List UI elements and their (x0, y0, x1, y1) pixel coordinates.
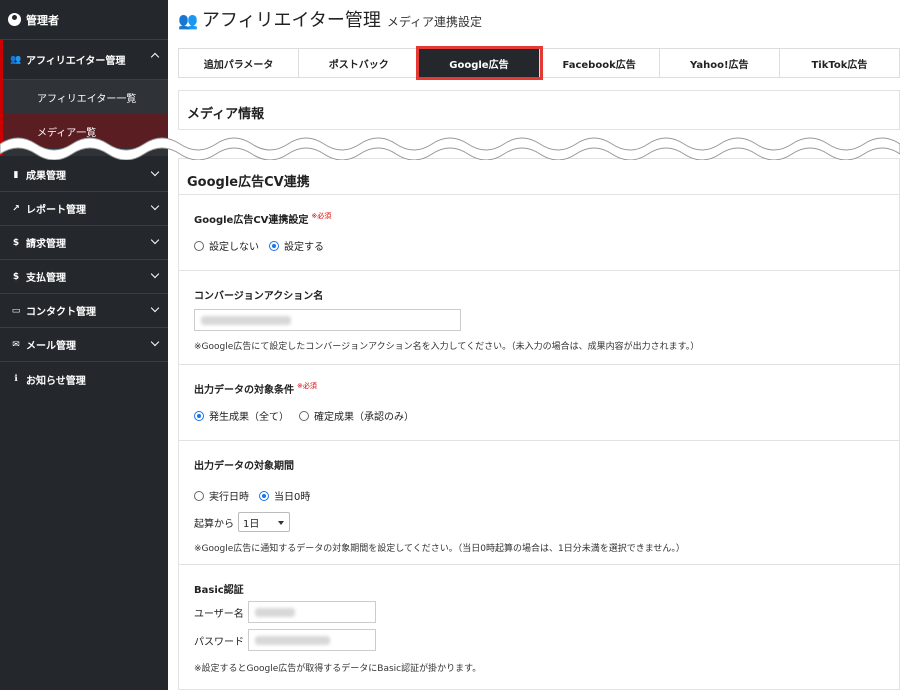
bar-chart-icon: ▮ (13, 169, 19, 180)
sidebar-item-label: お知らせ管理 (26, 375, 86, 387)
tab-tiktok-ads[interactable]: TikTok広告 (780, 49, 899, 77)
sidebar-subitem-label: アフィリエイター一覧 (37, 93, 137, 105)
start-from-select[interactable]: 1日 (238, 512, 290, 532)
media-info-card: メディア情報 (178, 90, 900, 130)
output-period-note: ※Google広告に通知するデータの対象期間を設定してください。（当日0時起算の… (194, 544, 685, 554)
radio-approved-results[interactable] (299, 410, 309, 421)
sidebar-user-label: 管理者 (26, 13, 59, 27)
output-condition-options: 発生成果（全て） 確定成果（承認のみ） (194, 408, 884, 423)
output-condition-field: 出力データの対象条件 ※必須 発生成果（全て） 確定成果（承認のみ） (179, 365, 899, 441)
google-cv-card: Google広告CV連携 Google広告CV連携設定 ※必須 設定しない 設定す… (178, 158, 900, 690)
basic-auth-note: ※設定するとGoogle広告が取得するデータにBasic認証が掛かります。 (194, 664, 482, 674)
sidebar-item-affiliate[interactable]: 👥 アフィリエイター管理 (0, 40, 168, 80)
people-icon: 👥 (178, 11, 198, 30)
radio-midnight[interactable] (259, 490, 269, 501)
sidebar-item-results[interactable]: ▮ 成果管理 (0, 158, 168, 192)
output-period-options: 実行日時 当日0時 (194, 488, 884, 503)
chevron-down-icon (150, 167, 160, 177)
tab-extra-params[interactable]: 追加パラメータ (179, 49, 300, 77)
conversion-action-input[interactable] (194, 309, 461, 331)
sidebar-user[interactable]: 管理者 (0, 0, 168, 40)
cv-setting-field: Google広告CV連携設定 ※必須 設定しない 設定する (179, 195, 899, 271)
page-subtitle: メディア連携設定 (386, 15, 483, 29)
dollar-icon: $ (12, 237, 20, 248)
radio-all-results[interactable] (194, 410, 204, 421)
page-break-wave (0, 137, 900, 160)
media-info-title: メディア情報 (187, 107, 265, 122)
tab-bar: 追加パラメータ ポストバック Google広告 Facebook広告 Yahoo… (178, 46, 900, 80)
sidebar-item-contacts[interactable]: ▭ コンタクト管理 (0, 294, 168, 328)
chevron-down-icon (150, 269, 160, 279)
output-period-label: 出力データの対象期間 (194, 461, 294, 472)
chevron-down-icon (150, 303, 160, 313)
chevron-up-icon (150, 52, 160, 62)
output-condition-label: 出力データの対象条件 (194, 385, 294, 396)
google-cv-title: Google広告CV連携 (179, 159, 899, 195)
required-mark: ※必須 (311, 212, 332, 220)
start-from-label: 起算から (194, 518, 234, 530)
monitor-icon: ▭ (11, 305, 21, 316)
sidebar-item-label: メール管理 (26, 341, 76, 352)
sidebar-item-label: 成果管理 (26, 171, 66, 182)
output-condition-label-wrap: 出力データの対象条件 ※必須 (194, 381, 884, 396)
radio-cv-off-label[interactable]: 設定しない (209, 238, 259, 253)
sidebar-subitem-affiliate-list[interactable]: アフィリエイター一覧 (0, 80, 168, 114)
sidebar-item-label: コンタクト管理 (26, 307, 96, 318)
cv-setting-label: Google広告CV連携設定 (194, 215, 309, 226)
sidebar-item-label: レポート管理 (26, 205, 86, 216)
blurred-value (255, 636, 330, 645)
basic-auth-field: Basic認証 ユーザー名 パスワード ※設定するとGoogle広告が取得するデ… (179, 565, 899, 690)
info-icon: ℹ (14, 374, 18, 384)
tab-google-ads[interactable]: Google広告 (416, 46, 543, 80)
main-content: 👥 アフィリエイター管理 メディア連携設定 追加パラメータ ポストバック Goo… (168, 0, 900, 690)
tab-facebook-ads[interactable]: Facebook広告 (540, 49, 660, 77)
dollar-icon: $ (12, 271, 20, 282)
conversion-action-field: コンバージョンアクション名 ※Google広告にて設定したコンバージョンアクショ… (179, 271, 899, 365)
radio-midnight-label[interactable]: 当日0時 (274, 488, 310, 503)
tab-postback[interactable]: ポストバック (299, 49, 420, 77)
mail-icon: ✉ (12, 339, 20, 350)
basic-auth-password-label: パスワード (194, 636, 244, 648)
basic-auth-user-row: ユーザー名 (194, 601, 884, 623)
sidebar-item-mail[interactable]: ✉ メール管理 (0, 328, 168, 362)
page-title: アフィリエイター管理 (201, 10, 381, 31)
user-circle-icon (8, 13, 21, 26)
chevron-down-icon (150, 201, 160, 211)
radio-cv-off[interactable] (194, 240, 204, 251)
sidebar-item-reports[interactable]: ↗ レポート管理 (0, 192, 168, 226)
radio-all-results-label[interactable]: 発生成果（全て） (209, 408, 289, 423)
people-icon: 👥 (10, 54, 22, 65)
sidebar-item-label: 支払管理 (26, 273, 66, 284)
radio-exec-time[interactable] (194, 490, 204, 501)
cv-setting-label-wrap: Google広告CV連携設定 ※必須 (194, 211, 884, 226)
sidebar-item-label: アフィリエイター管理 (26, 56, 126, 67)
radio-cv-on[interactable] (269, 240, 279, 251)
basic-auth-user-label: ユーザー名 (194, 608, 244, 620)
start-from-row: 起算から 1日 (194, 512, 884, 532)
required-mark: ※必須 (297, 382, 317, 390)
sidebar-item-label: 請求管理 (26, 239, 66, 250)
conversion-action-note: ※Google広告にて設定したコンバージョンアクション名を入力してください。（未… (194, 342, 700, 352)
page-header: 👥 アフィリエイター管理 メディア連携設定 (178, 6, 482, 32)
radio-cv-on-label[interactable]: 設定する (284, 238, 324, 253)
sidebar-item-billing[interactable]: $ 請求管理 (0, 226, 168, 260)
conversion-action-label: コンバージョンアクション名 (194, 291, 324, 302)
radio-exec-time-label[interactable]: 実行日時 (209, 488, 249, 503)
tab-yahoo-ads[interactable]: Yahoo!広告 (660, 49, 780, 77)
line-chart-icon: ↗ (12, 203, 20, 214)
basic-auth-label: Basic認証 (194, 585, 244, 596)
chevron-down-icon (150, 337, 160, 347)
cv-setting-options: 設定しない 設定する (194, 238, 884, 253)
blurred-value (255, 608, 295, 617)
sidebar-item-notices[interactable]: ℹ お知らせ管理 (0, 362, 168, 396)
chevron-down-icon (150, 235, 160, 245)
output-period-field: 出力データの対象期間 実行日時 当日0時 起算から 1日 ※Google広告に通… (179, 441, 899, 565)
sidebar: 管理者 👥 アフィリエイター管理 アフィリエイター一覧 メディア一覧 ▮ 成果管… (0, 0, 168, 690)
basic-auth-password-row: パスワード (194, 629, 884, 651)
sidebar-item-payments[interactable]: $ 支払管理 (0, 260, 168, 294)
basic-auth-user-input[interactable] (248, 601, 376, 623)
blurred-value (201, 316, 291, 325)
radio-approved-results-label[interactable]: 確定成果（承認のみ） (314, 408, 414, 423)
basic-auth-password-input[interactable] (248, 629, 376, 651)
